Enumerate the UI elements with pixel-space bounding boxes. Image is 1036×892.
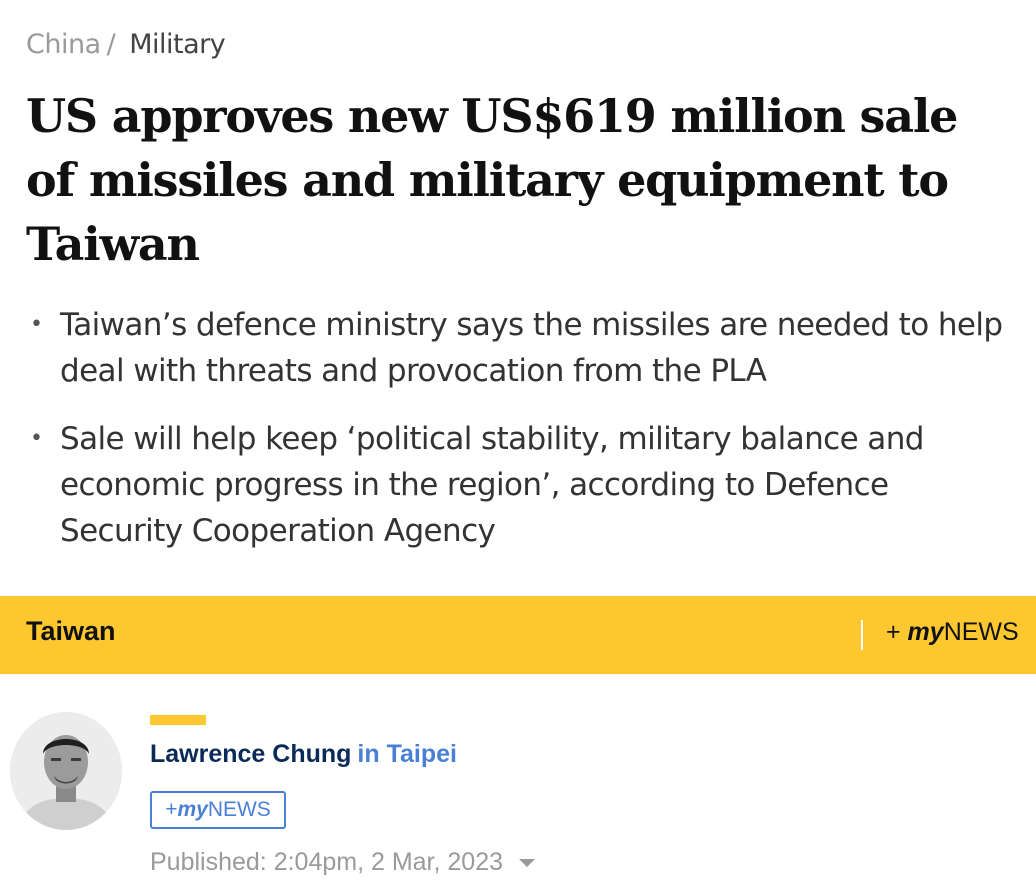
follow-news: NEWS xyxy=(943,618,1019,646)
summary-point-text: Taiwan’s defence ministry says the missi… xyxy=(60,307,1003,389)
article-headline: US approves new US$619 million sale of m… xyxy=(26,89,958,271)
breadcrumb-item-military[interactable]: Military xyxy=(129,29,226,60)
topic-link-taiwan[interactable]: Taiwan xyxy=(26,616,116,647)
published-text: Published: 2:04pm, 2 Mar, 2023 xyxy=(150,848,504,876)
follow-news: NEWS xyxy=(207,798,271,821)
follow-plus: + xyxy=(165,798,178,821)
breadcrumb-item-china[interactable]: China xyxy=(26,29,101,60)
follow-my: my xyxy=(907,618,944,646)
breadcrumb: China / Military xyxy=(26,24,226,64)
summary-point: • Taiwan’s defence ministry says the mis… xyxy=(26,302,1016,394)
topic-divider xyxy=(861,620,863,650)
follow-plus: + xyxy=(886,618,908,646)
author-headshot-icon xyxy=(10,712,122,830)
breadcrumb-separator: / xyxy=(106,28,116,60)
bullet-icon: • xyxy=(30,426,43,451)
topic-bar: Taiwan + myNEWS xyxy=(0,596,1036,674)
author-avatar[interactable] xyxy=(10,712,122,830)
summary-point-text: Sale will help keep ‘political stability… xyxy=(60,421,924,549)
author-byline: Lawrence Chung in Taipei xyxy=(150,740,457,769)
author-follow-mynews-button[interactable]: + my NEWS xyxy=(150,791,286,829)
topic-follow-mynews-button[interactable]: + myNEWS xyxy=(886,618,1019,647)
author-name-link[interactable]: Lawrence Chung xyxy=(150,740,351,768)
author-location: in Taipei xyxy=(357,740,457,768)
chevron-down-icon[interactable] xyxy=(519,858,536,867)
bullet-icon: • xyxy=(30,312,43,337)
article-summary: • Taiwan’s defence ministry says the mis… xyxy=(26,302,1016,576)
published-date: Published: 2:04pm, 2 Mar, 2023 xyxy=(150,848,536,877)
follow-my: my xyxy=(177,798,208,821)
author-accent-bar xyxy=(150,715,206,725)
summary-point: • Sale will help keep ‘political stabili… xyxy=(26,416,1016,554)
